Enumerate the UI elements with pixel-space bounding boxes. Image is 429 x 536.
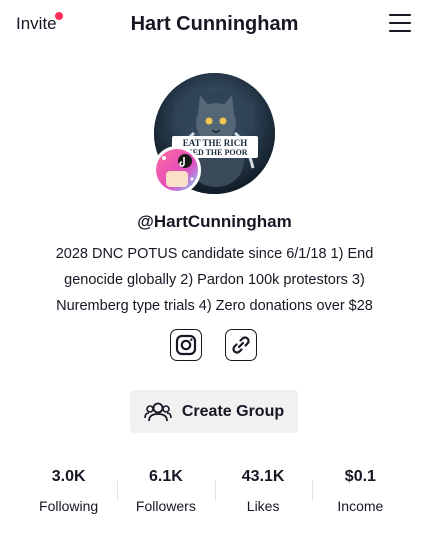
menu-button[interactable] — [389, 14, 411, 34]
link-button[interactable] — [225, 329, 257, 361]
create-group-label: Create Group — [181, 402, 285, 420]
hamburger-icon — [389, 14, 411, 16]
stat-likes[interactable]: 43.1K Likes — [214, 462, 312, 522]
stat-label: Likes — [246, 498, 280, 514]
tiktok-badge — [153, 146, 201, 194]
link-icon — [232, 336, 250, 354]
stat-value: 3.0K — [51, 468, 86, 485]
username-handle: @HartCunningham — [137, 212, 292, 231]
instagram-button[interactable] — [170, 329, 202, 361]
tiktok-icon — [156, 149, 198, 191]
stat-value: 6.1K — [148, 468, 183, 485]
instagram-icon — [175, 334, 197, 356]
group-icon — [144, 402, 172, 421]
top-bar: Invite Hart Cunningham — [0, 0, 429, 50]
create-group-button[interactable]: Create Group — [130, 390, 298, 433]
page-title: Hart Cunningham — [130, 13, 299, 35]
stat-label: Following — [39, 498, 99, 514]
stat-label: Income — [337, 498, 384, 514]
stat-label: Followers — [135, 498, 196, 514]
profile-bio: 2028 DNC POTUS candidate since 6/1/18 1)… — [55, 246, 374, 314]
stat-followers[interactable]: 6.1K Followers — [117, 462, 214, 522]
stat-value: $0.1 — [344, 468, 376, 485]
profile-stats: 3.0K Following 6.1K Followers 43.1K Like… — [20, 462, 409, 522]
svg-text:EAT THE RICH: EAT THE RICH — [183, 138, 248, 148]
stat-following[interactable]: 3.0K Following — [20, 462, 117, 522]
stat-value: 43.1K — [241, 468, 285, 485]
stat-income[interactable]: $0.1 Income — [311, 462, 409, 522]
